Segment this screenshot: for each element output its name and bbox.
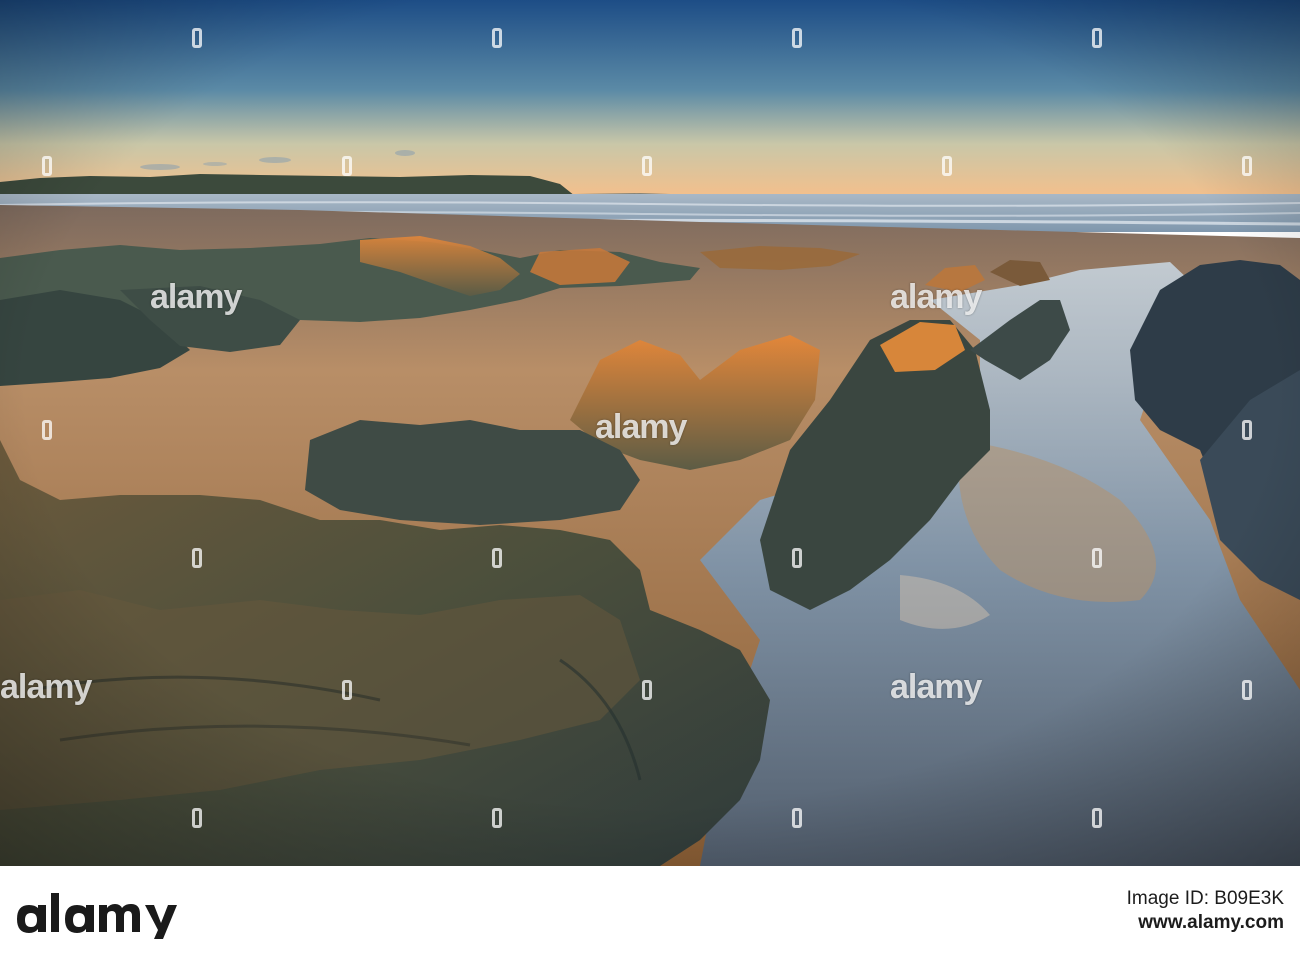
- image-id-label: Image ID: B09E3K: [1126, 888, 1284, 909]
- site-url: www.alamy.com: [1138, 912, 1284, 933]
- alamy-logo: [0, 874, 230, 952]
- beach-sunset-photo: alamy alamy alamy alamy alamy: [0, 0, 1300, 866]
- footer-bar: Image ID: B09E3K www.alamy.com: [0, 866, 1300, 956]
- footer-info: Image ID: B09E3K www.alamy.com: [1127, 866, 1284, 956]
